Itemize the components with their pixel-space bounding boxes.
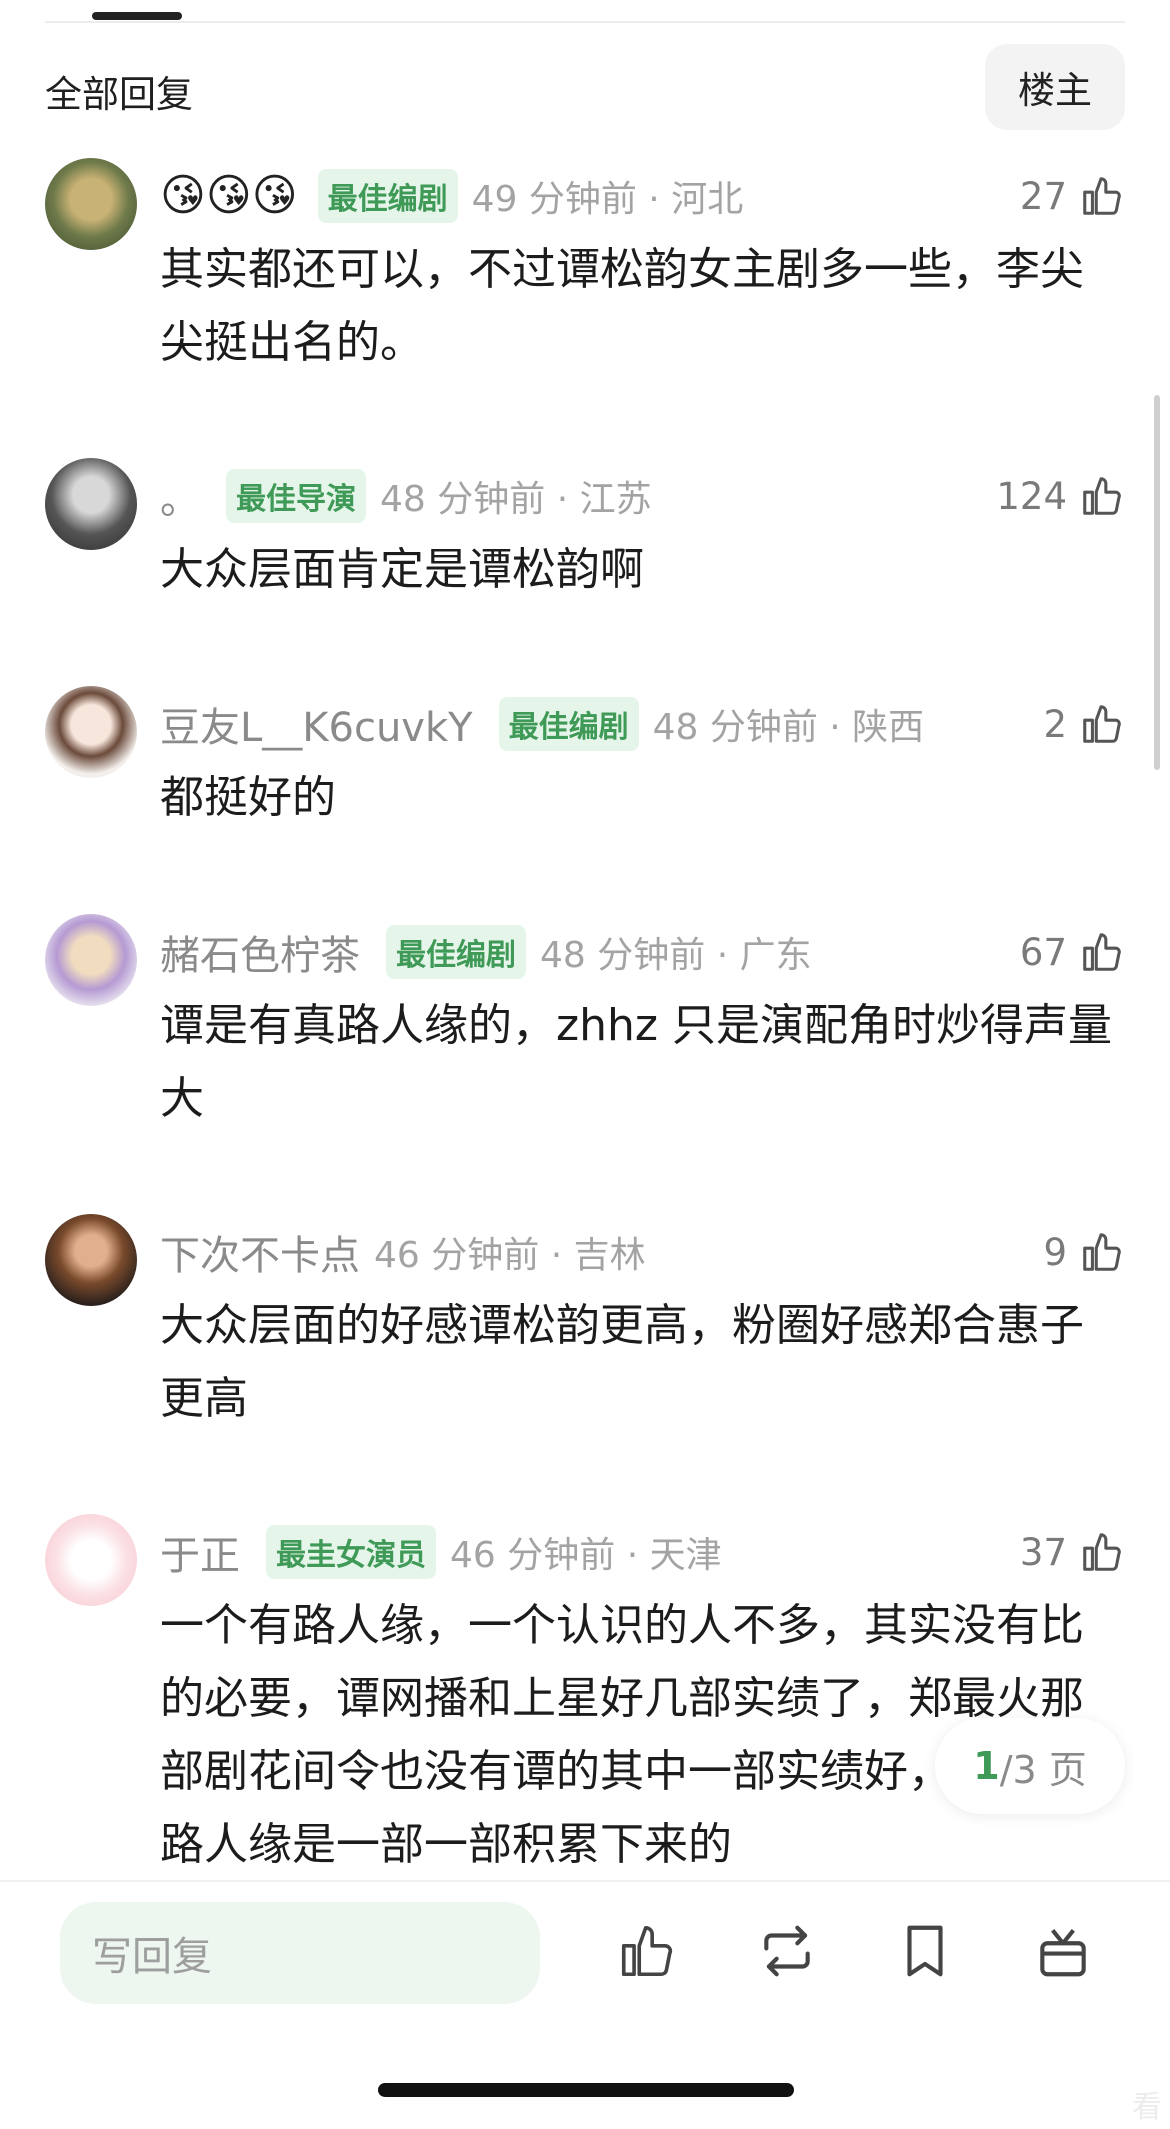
user-name-emoji: 😘😘😘 bbox=[160, 170, 298, 221]
like-count: 9 bbox=[1043, 1230, 1067, 1274]
avatar[interactable] bbox=[45, 1514, 137, 1606]
thumbs-up-icon bbox=[1079, 173, 1125, 219]
page-indicator[interactable]: 1 /3 页 bbox=[935, 1718, 1125, 1814]
thumbs-up-icon bbox=[616, 1920, 678, 1986]
user-name[interactable]: 下次不卡点 bbox=[160, 1223, 360, 1281]
home-indicator[interactable] bbox=[378, 2083, 794, 2097]
thumbs-up-icon bbox=[1079, 1529, 1125, 1575]
top-grip bbox=[92, 12, 182, 20]
avatar[interactable] bbox=[45, 686, 137, 778]
like-button[interactable]: 2 bbox=[1043, 694, 1125, 754]
comment-meta: 赭石色柠茶 最佳编剧 48 分钟前 · 广东 bbox=[160, 922, 812, 982]
comment-meta: 😘😘😘 最佳编剧 49 分钟前 · 河北 bbox=[160, 166, 743, 226]
like-count: 37 bbox=[1019, 1530, 1067, 1574]
comment-list: 😘😘😘 最佳编剧 49 分钟前 · 河北 27 其实都还可以，不过谭松韵女主剧多… bbox=[0, 150, 1170, 1880]
comment-meta: 。 最佳导演 48 分钟前 · 江苏 bbox=[160, 466, 652, 526]
gift-button[interactable] bbox=[1028, 1918, 1098, 1988]
user-badge: 最圭女演员 bbox=[266, 1525, 436, 1579]
like-count: 27 bbox=[1019, 174, 1067, 218]
avatar[interactable] bbox=[45, 158, 137, 250]
total-pages: /3 页 bbox=[999, 1747, 1087, 1792]
comment-time-location: 46 分钟前 · 吉林 bbox=[374, 1235, 646, 1276]
reply-input[interactable]: 写回复 bbox=[60, 1902, 540, 2004]
bookmark-button[interactable] bbox=[890, 1918, 960, 1988]
like-button[interactable]: 37 bbox=[1020, 1522, 1125, 1582]
user-name[interactable]: 赭石色柠茶 bbox=[160, 923, 360, 981]
comment-time-location: 49 分钟前 · 河北 bbox=[471, 179, 744, 220]
comment-text: 其实都还可以，不过谭松韵女主剧多一些，李尖尖挺出名的。 bbox=[160, 244, 1084, 368]
thumbs-up-icon bbox=[1079, 473, 1125, 519]
like-button[interactable]: 124 bbox=[996, 466, 1125, 526]
gift-icon bbox=[1032, 1920, 1094, 1986]
bookmark-icon bbox=[894, 1920, 956, 1986]
comment-meta: 下次不卡点 46 分钟前 · 吉林 bbox=[160, 1222, 646, 1282]
user-badge: 最佳导演 bbox=[226, 469, 366, 523]
avatar[interactable] bbox=[45, 914, 137, 1006]
like-button[interactable]: 27 bbox=[1020, 166, 1125, 226]
watermark: 看 bbox=[1132, 2090, 1162, 2125]
avatar[interactable] bbox=[45, 1214, 137, 1306]
user-name[interactable]: 豆友L__K6cuvkY bbox=[160, 695, 473, 753]
like-count: 124 bbox=[996, 474, 1067, 518]
repost-icon bbox=[756, 1920, 818, 1986]
scrollbar[interactable] bbox=[1154, 395, 1160, 770]
comment-time-location: 46 分钟前 · 天津 bbox=[450, 1535, 722, 1576]
avatar[interactable] bbox=[45, 458, 137, 550]
like-count: 67 bbox=[1019, 930, 1067, 974]
comment-time-location: 48 分钟前 · 江苏 bbox=[380, 479, 652, 520]
user-name[interactable]: 。 bbox=[160, 467, 200, 525]
comment-time-location: 48 分钟前 · 广东 bbox=[540, 935, 812, 976]
like-post-button[interactable] bbox=[612, 1918, 682, 1988]
like-button[interactable]: 67 bbox=[1020, 922, 1125, 982]
comment-meta: 豆友L__K6cuvkY 最佳编剧 48 分钟前 · 陕西 bbox=[160, 694, 924, 754]
like-count: 2 bbox=[1043, 702, 1067, 746]
thumbs-up-icon bbox=[1079, 701, 1125, 747]
thumbs-up-icon bbox=[1079, 1229, 1125, 1275]
replies-header: 全部回复 楼主 bbox=[45, 44, 1125, 130]
comment-text: 大众层面的好感谭松韵更高，粉圈好感郑合惠子更高 bbox=[160, 1300, 1084, 1424]
current-page: 1 bbox=[973, 1744, 1000, 1788]
op-only-button[interactable]: 楼主 bbox=[985, 44, 1125, 130]
repost-button[interactable] bbox=[752, 1918, 822, 1988]
comment-text: 都挺好的 bbox=[160, 772, 336, 823]
thumbs-up-icon bbox=[1079, 929, 1125, 975]
user-badge: 最佳编剧 bbox=[386, 925, 526, 979]
comment-meta: 于正 最圭女演员 46 分钟前 · 天津 bbox=[160, 1522, 722, 1582]
user-name[interactable]: 于正 bbox=[160, 1523, 240, 1581]
comment-text: 谭是有真路人缘的，zhhz 只是演配角时炒得声量大 bbox=[160, 1000, 1112, 1124]
user-badge: 最佳编剧 bbox=[317, 169, 458, 223]
divider bbox=[45, 21, 1125, 23]
user-badge: 最佳编剧 bbox=[498, 697, 639, 751]
comment-text: 大众层面肯定是谭松韵啊 bbox=[160, 544, 644, 595]
header-title: 全部回复 bbox=[45, 73, 193, 116]
comment-time-location: 48 分钟前 · 陕西 bbox=[652, 707, 925, 748]
like-button[interactable]: 9 bbox=[1043, 1222, 1125, 1282]
